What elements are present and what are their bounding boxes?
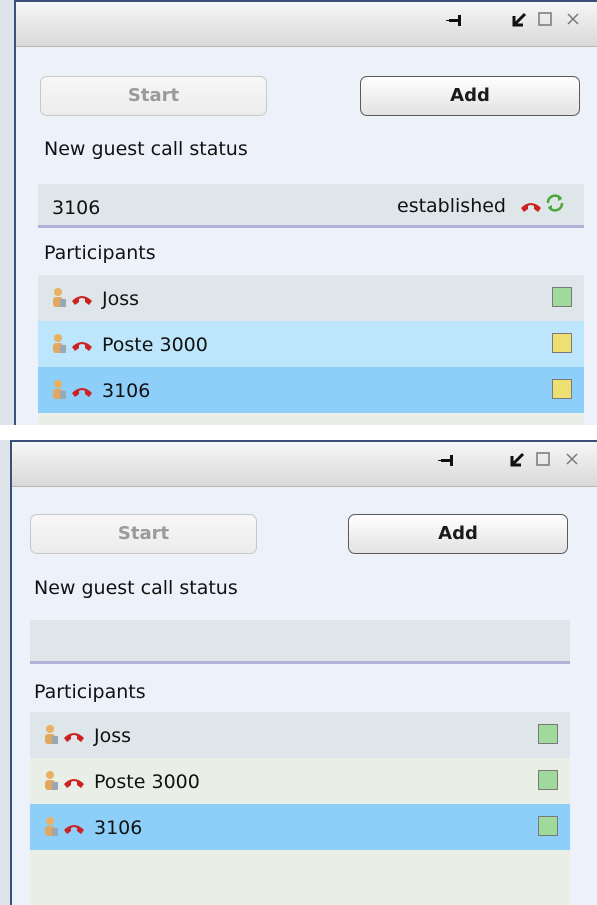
pin-icon[interactable] [438,452,458,472]
pin-icon[interactable] [446,12,466,32]
call-status-box: 3106 established [38,184,584,228]
conference-window: Start Add New guest call status 3106 est… [14,0,597,425]
hangup-icon[interactable] [70,382,94,404]
user-icon [44,770,60,792]
participant-name: Joss [94,725,132,747]
hangup-icon[interactable] [62,819,86,841]
participant-name: Joss [102,288,140,310]
hangup-icon[interactable] [62,773,86,795]
separator [0,425,597,440]
participant-row[interactable]: Joss [30,712,570,758]
user-icon [52,379,68,401]
status-indicator [538,724,558,744]
participant-row[interactable]: Poste 3000 [38,321,584,367]
participant-row-empty [38,413,584,425]
close-icon[interactable] [565,11,581,31]
user-icon [52,287,68,309]
user-icon [44,816,60,838]
maximize-icon[interactable] [535,451,551,471]
call-state: established [397,195,506,217]
start-button[interactable]: Start [30,514,257,554]
start-button[interactable]: Start [40,76,267,116]
call-status-label: New guest call status [44,138,248,160]
conference-window: Start Add New guest call status Particip… [10,440,597,905]
restore-icon[interactable] [510,11,528,33]
add-button[interactable]: Add [348,514,568,554]
participant-row[interactable]: Poste 3000 [30,758,570,804]
window-titlebar [16,2,597,47]
hangup-icon[interactable] [70,290,94,312]
hangup-icon[interactable] [519,197,543,219]
status-indicator [552,287,572,307]
window-titlebar [12,442,597,487]
hangup-icon[interactable] [70,336,94,358]
add-button[interactable]: Add [360,76,580,116]
maximize-icon[interactable] [537,11,553,31]
participant-row-selected[interactable]: 3106 [30,804,570,850]
participant-name: 3106 [94,817,143,839]
participant-name: Poste 3000 [102,334,208,356]
participants-label: Participants [34,681,146,703]
participant-name: Poste 3000 [94,771,200,793]
user-icon [44,724,60,746]
participants-label: Participants [44,242,156,264]
user-icon [52,333,68,355]
hangup-icon[interactable] [62,727,86,749]
background-window-edge [0,0,15,425]
status-indicator [552,379,572,399]
call-status-box [30,620,570,664]
status-indicator [538,770,558,790]
call-number: 3106 [52,197,101,219]
restore-icon[interactable] [508,451,526,473]
participant-row-empty [30,850,570,905]
participant-row-selected[interactable]: 3106 [38,367,584,413]
call-status-label: New guest call status [34,577,238,599]
refresh-icon[interactable] [544,192,566,219]
participant-name: 3106 [102,380,151,402]
participant-row[interactable]: Joss [38,275,584,321]
status-indicator [538,816,558,836]
status-indicator [552,333,572,353]
close-icon[interactable] [564,451,580,471]
